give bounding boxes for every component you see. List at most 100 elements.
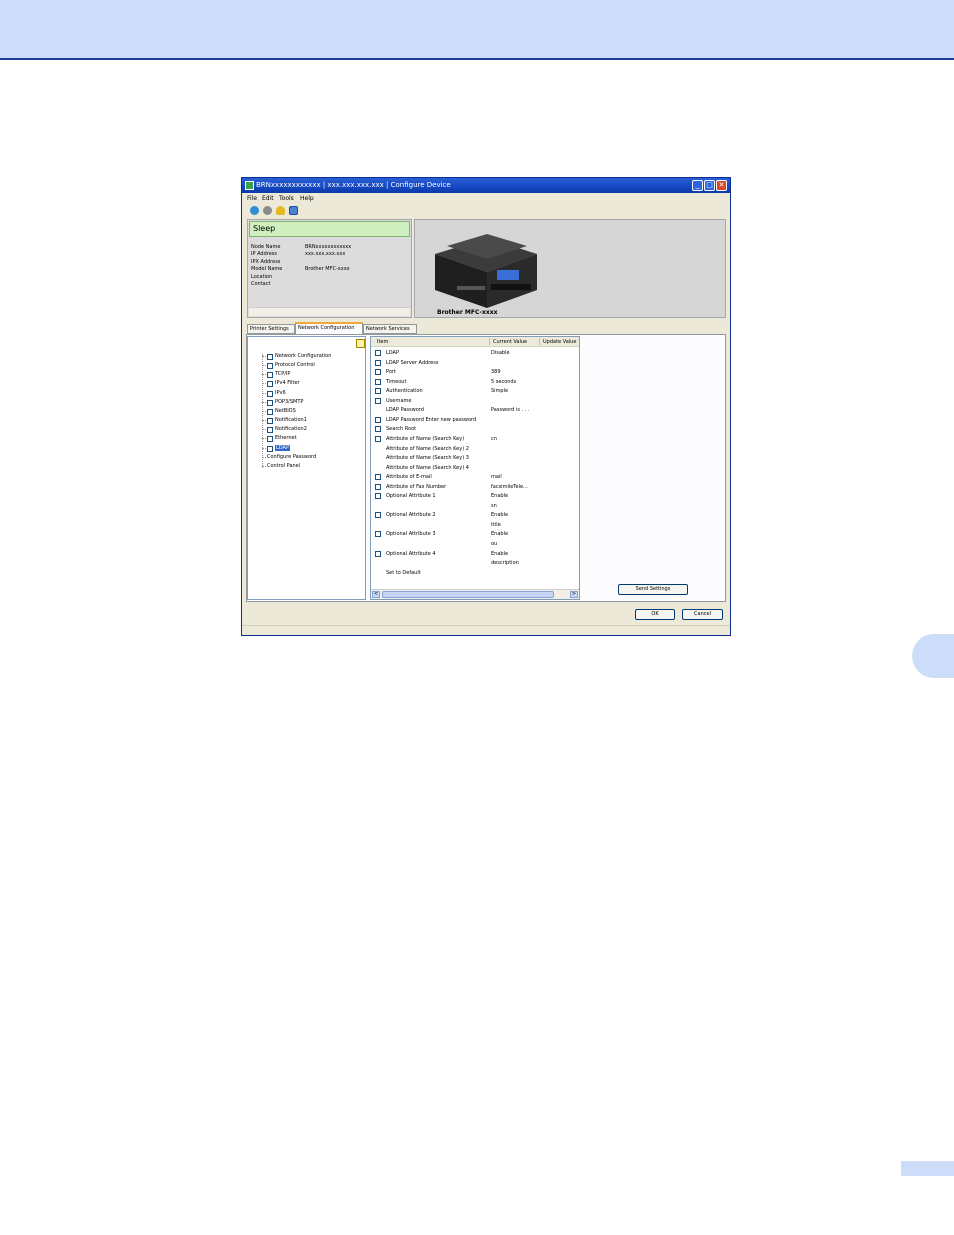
help-bulb-icon[interactable] bbox=[356, 339, 365, 348]
grid-current-value: facsimileTele... bbox=[491, 483, 528, 490]
menu-file[interactable]: File bbox=[247, 195, 257, 202]
grid-row[interactable]: LDAP Password Password is . . . bbox=[371, 406, 579, 415]
row-checkbox[interactable] bbox=[375, 359, 381, 366]
grid-current-value: Disable bbox=[491, 350, 510, 356]
grid-current-value: mail bbox=[491, 474, 502, 481]
tree-checkbox[interactable] bbox=[267, 427, 273, 434]
grid-row[interactable]: Attribute of Fax Number facsimileTele... bbox=[371, 483, 579, 492]
tree-checkbox[interactable] bbox=[267, 408, 273, 415]
toolbar bbox=[242, 204, 730, 217]
tree-checkbox[interactable] bbox=[267, 390, 273, 397]
menu-bar: File Edit Tools Help bbox=[242, 193, 730, 204]
ok-button[interactable]: OK bbox=[635, 609, 675, 620]
send-settings-button[interactable]: Send Settings bbox=[618, 584, 688, 595]
device-icon[interactable] bbox=[289, 206, 298, 215]
grid-row[interactable]: ou bbox=[371, 540, 579, 549]
grid-row[interactable]: Optional Attribute 1 Enable bbox=[371, 492, 579, 501]
grid-row[interactable]: LDAP Server Address bbox=[371, 359, 579, 368]
grid-item: Timeout bbox=[386, 378, 407, 385]
help-bulb-icon[interactable] bbox=[276, 206, 285, 215]
info-value: xxx.xxx.xxx.xxx bbox=[305, 251, 346, 258]
menu-edit[interactable]: Edit bbox=[262, 195, 274, 202]
info-label: Contact bbox=[251, 281, 271, 287]
maximize-button[interactable]: □ bbox=[704, 180, 715, 191]
info-label: Node Name bbox=[251, 244, 281, 250]
grid-row[interactable]: title bbox=[371, 521, 579, 530]
row-checkbox[interactable] bbox=[375, 426, 381, 433]
settings-icon[interactable] bbox=[263, 206, 272, 215]
grid-current-value: Password is . . . bbox=[491, 407, 530, 414]
grid-current-value: sn bbox=[491, 502, 497, 509]
tree-checkbox[interactable] bbox=[267, 363, 273, 370]
ldap-settings-grid: Item Current Value Update Value LDAP Disa… bbox=[370, 336, 580, 600]
info-label: IP Address bbox=[251, 251, 277, 258]
tab-network-services[interactable]: Network Services bbox=[363, 324, 417, 334]
grid-row[interactable]: Search Root bbox=[371, 425, 579, 434]
grid-row[interactable]: Optional Attribute 4 Enable bbox=[371, 550, 579, 559]
tree-connector bbox=[262, 456, 266, 458]
grid-row[interactable]: Optional Attribute 3 Enable bbox=[371, 530, 579, 539]
tree-checkbox[interactable] bbox=[267, 418, 273, 425]
tab-network-configuration[interactable]: Network Configuration bbox=[295, 322, 363, 334]
grid-row[interactable]: Attribute of Name (Search Key) 2 bbox=[371, 445, 579, 454]
row-checkbox[interactable] bbox=[375, 493, 381, 500]
grid-row[interactable]: Username bbox=[371, 397, 579, 406]
status-bar bbox=[242, 625, 730, 635]
grid-row[interactable]: description bbox=[371, 559, 579, 568]
row-checkbox[interactable] bbox=[375, 483, 381, 490]
tree-checkbox[interactable] bbox=[267, 399, 273, 406]
grid-row[interactable]: Timeout 5 seconds bbox=[371, 378, 579, 387]
tab-printer-settings[interactable]: Printer Settings bbox=[247, 324, 295, 334]
grid-row[interactable]: Attribute of Name (Search Key) 4 bbox=[371, 464, 579, 473]
row-checkbox[interactable] bbox=[375, 474, 381, 481]
row-checkbox[interactable] bbox=[375, 397, 381, 404]
row-checkbox[interactable] bbox=[375, 435, 381, 442]
tree-checkbox[interactable] bbox=[267, 445, 273, 452]
row-checkbox[interactable] bbox=[375, 416, 381, 423]
grid-row[interactable]: Port 389 bbox=[371, 368, 579, 377]
column-update-value[interactable]: Update Value bbox=[543, 339, 576, 345]
refresh-icon[interactable] bbox=[250, 206, 259, 215]
row-checkbox[interactable] bbox=[375, 369, 381, 376]
row-checkbox[interactable] bbox=[375, 550, 381, 557]
row-checkbox[interactable] bbox=[375, 531, 381, 538]
grid-row[interactable]: LDAP Password Enter new password bbox=[371, 416, 579, 425]
grid-row[interactable]: Set to Default bbox=[371, 569, 579, 578]
tree-checkbox[interactable] bbox=[267, 354, 273, 360]
tree-checkbox[interactable] bbox=[267, 381, 273, 388]
scroll-thumb[interactable] bbox=[382, 591, 554, 598]
grid-row[interactable]: Attribute of E-mail mail bbox=[371, 473, 579, 482]
grid-row[interactable]: Authentication Simple bbox=[371, 387, 579, 396]
grid-item: Attribute of Name (Search Key) 3 bbox=[386, 455, 469, 462]
row-checkbox[interactable] bbox=[375, 512, 381, 519]
grid-scrollbar[interactable]: < > bbox=[371, 589, 579, 599]
column-item[interactable]: Item bbox=[377, 339, 388, 345]
grid-current-value: title bbox=[491, 521, 501, 528]
tree-connector bbox=[262, 420, 266, 422]
menu-tools[interactable]: Tools bbox=[279, 195, 294, 202]
tree-checkbox[interactable] bbox=[267, 436, 273, 443]
close-button[interactable]: ✕ bbox=[716, 180, 727, 191]
tree-checkbox[interactable] bbox=[267, 372, 273, 379]
scroll-right-button[interactable]: > bbox=[570, 591, 578, 598]
device-status-panel: Sleep Node Name BRNxxxxxxxxxxxx IP Address… bbox=[247, 219, 412, 318]
grid-row[interactable]: sn bbox=[371, 502, 579, 511]
grid-row[interactable]: Optional Attribute 2 Enable bbox=[371, 511, 579, 520]
cancel-button[interactable]: Cancel bbox=[682, 609, 723, 620]
grid-row[interactable]: Attribute of Name (Search Key) cn bbox=[371, 435, 579, 444]
grid-item: Set to Default bbox=[386, 569, 421, 576]
column-current-value[interactable]: Current Value bbox=[493, 339, 527, 345]
tree-item-label: POP3/SMTP bbox=[275, 398, 304, 405]
title-bar[interactable]: BRNxxxxxxxxxxxx | xxx.xxx.xxx.xxx | Conf… bbox=[242, 178, 730, 193]
row-checkbox[interactable] bbox=[375, 378, 381, 385]
minimize-button[interactable]: _ bbox=[692, 180, 703, 191]
row-checkbox[interactable] bbox=[375, 350, 381, 356]
scroll-left-button[interactable]: < bbox=[372, 591, 380, 598]
status-scrollbar[interactable] bbox=[249, 307, 410, 316]
menu-help[interactable]: Help bbox=[300, 195, 314, 202]
grid-item: Port bbox=[386, 369, 396, 376]
grid-row[interactable]: LDAP Disable bbox=[371, 349, 579, 358]
grid-item: Attribute of E-mail bbox=[386, 474, 432, 481]
grid-row[interactable]: Attribute of Name (Search Key) 3 bbox=[371, 454, 579, 463]
row-checkbox[interactable] bbox=[375, 388, 381, 395]
